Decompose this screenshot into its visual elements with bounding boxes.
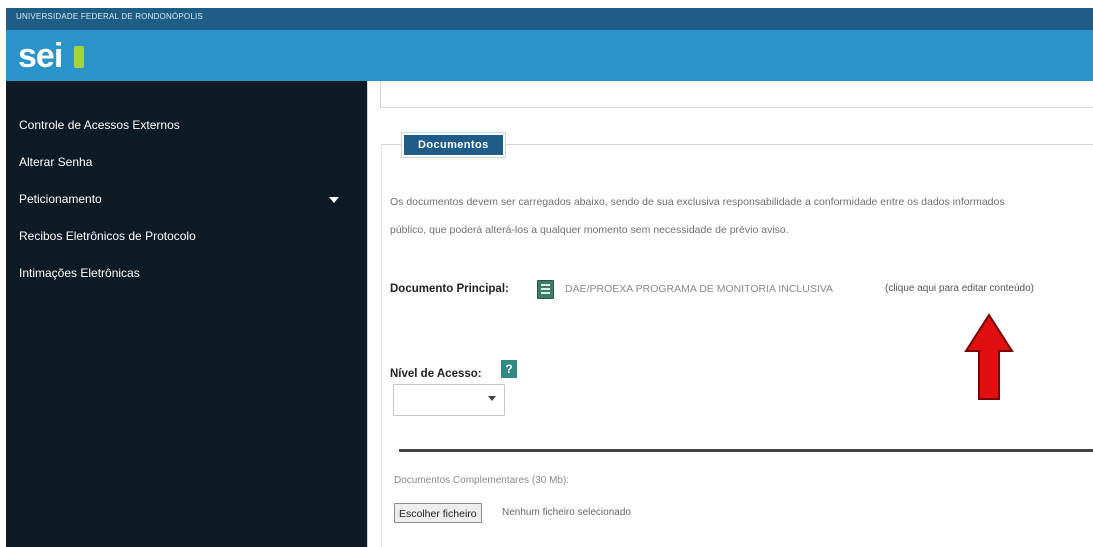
brand-bar: sei [6,30,1093,81]
nivel-acesso-select[interactable] [393,384,505,416]
help-icon[interactable]: ? [501,360,517,378]
sidebar: Controle de Acessos Externos Alterar Sen… [6,81,367,547]
logo-text: sei [18,37,63,75]
choose-file-button[interactable]: Escolher ficheiro [394,503,482,523]
documento-principal-name: DAE/PROEXA PROGRAMA DE MONITORIA INCLUSI… [565,283,834,295]
previous-section-box [380,81,1093,108]
sidebar-item-alterar-senha[interactable]: Alterar Senha [19,155,92,169]
fieldset-left-border [381,144,382,547]
sidebar-item-label: Intimações Eletrônicas [19,266,140,280]
institution-name: UNIVERSIDADE FEDERAL DE RONDONÓPOLIS [16,12,203,21]
sei-logo[interactable]: sei [18,36,108,76]
sidebar-item-label: Recibos Eletrônicos de Protocolo [19,229,196,243]
intro-text-line-2: público, que poderá alterá-los a qualque… [390,224,789,236]
caret-down-icon[interactable] [329,197,339,203]
sidebar-item-label: Controle de Acessos Externos [19,118,180,132]
file-status-text: Nenhum ficheiro selecionado [502,507,631,518]
chevron-down-icon [488,396,496,401]
documentos-complementares-label: Documentos Complementares (30 Mb): [394,475,570,486]
main-content: Documentos Os documentos devem ser carre… [367,81,1093,547]
sidebar-item-recibos[interactable]: Recibos Eletrônicos de Protocolo [19,229,196,243]
edit-content-link[interactable]: (clique aqui para editar conteúdo) [885,283,1034,294]
red-arrow-annotation [964,313,1014,400]
nivel-acesso-label: Nível de Acesso: [390,368,482,380]
sidebar-item-controle-acessos[interactable]: Controle de Acessos Externos [19,118,180,132]
document-icon[interactable] [537,280,554,299]
section-divider [399,449,1093,452]
sidebar-item-label: Alterar Senha [19,155,93,169]
sidebar-item-peticionamento[interactable]: Peticionamento [19,192,354,206]
intro-text-line-1: Os documentos devem ser carregados abaix… [390,196,1005,208]
section-title-documentos: Documentos [401,132,506,158]
documento-principal-label: Documento Principal: [390,283,509,295]
sidebar-item-intimacoes[interactable]: Intimações Eletrônicas [19,266,140,280]
sidebar-item-label: Peticionamento [19,192,102,206]
institution-bar: UNIVERSIDADE FEDERAL DE RONDONÓPOLIS [6,8,1093,30]
logo-accent [74,46,84,68]
